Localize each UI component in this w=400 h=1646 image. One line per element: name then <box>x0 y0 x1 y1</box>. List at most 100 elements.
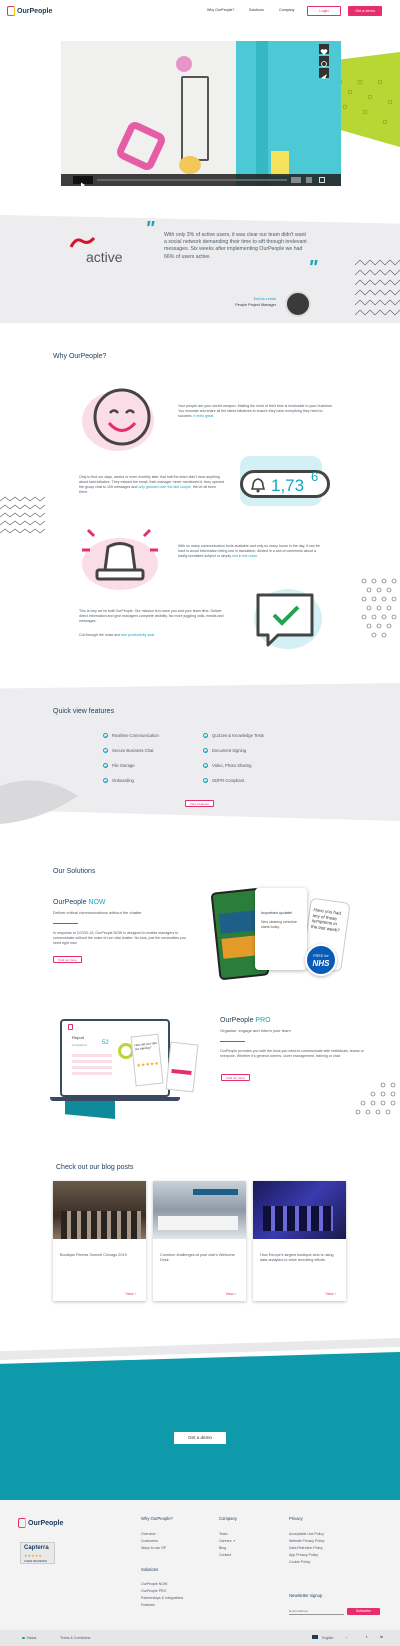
footer-logo[interactable]: OurPeople <box>18 1518 63 1528</box>
footer-link-careers[interactable]: Careers ↗ <box>219 1539 235 1543</box>
twitter-icon[interactable]: t <box>366 1635 367 1639</box>
blog-card-3[interactable]: How Europe's largest boutique club is us… <box>253 1181 346 1301</box>
flag-icon <box>312 1635 318 1639</box>
footer-logo-text: OurPeople <box>28 1519 64 1527</box>
footer-link-cookie[interactable]: Cookie Policy <box>289 1560 310 1564</box>
blog-card-3-view[interactable]: View › <box>326 1292 337 1296</box>
phone-text: New cleaning schedule starts today. <box>261 920 297 929</box>
blog-card-2[interactable]: Common challenges at your club's Welcome… <box>153 1181 246 1301</box>
why-p3-link[interactable]: lost in the noise. <box>232 554 258 558</box>
subscribe-button[interactable]: Subscribe <box>347 1608 380 1615</box>
fullscreen-icon[interactable] <box>319 177 325 183</box>
footer-col1-title: Why OurPeople? <box>141 1516 173 1521</box>
video-pink-object <box>176 56 192 72</box>
blog-card-1-image <box>53 1181 146 1239</box>
pro-find-out-more-button[interactable]: Find out more <box>221 1074 250 1081</box>
testimonial-role: People Project Manager <box>235 303 276 307</box>
like-icon[interactable] <box>319 44 329 55</box>
site-header: OurPeople Why OurPeople? Solutions Compa… <box>0 0 400 24</box>
footer-link-website-privacy[interactable]: Website Privacy Policy <box>289 1539 324 1543</box>
login-button[interactable]: Login <box>307 6 341 16</box>
footer-link-app-privacy[interactable]: App Privacy Policy <box>289 1553 318 1557</box>
nav-solutions[interactable]: Solutions <box>249 8 264 12</box>
play-button[interactable] <box>73 176 93 186</box>
external-link-icon: ↗ <box>232 1539 236 1543</box>
footer-link-overview[interactable]: Overview <box>141 1532 156 1536</box>
cta-get-demo-button[interactable]: Get a demo <box>174 1432 226 1444</box>
video-yellow-base <box>179 156 201 174</box>
blog-card-2-view[interactable]: View › <box>226 1292 237 1296</box>
footer-link-contact[interactable]: Contact <box>219 1553 231 1557</box>
capterra-badge[interactable]: Capterra ★★★★★ USER REVIEWS <box>20 1542 55 1564</box>
blog-card-1-view[interactable]: View › <box>126 1292 137 1296</box>
terms-link[interactable]: Terms & Conditions <box>60 1636 90 1640</box>
nav-why[interactable]: Why OurPeople? <box>207 8 234 12</box>
why-paragraph-2: Only to find our days, weeks or even mon… <box>79 475 224 495</box>
pro-report-value: 52 <box>102 1040 109 1046</box>
cta-band <box>0 1352 400 1500</box>
now-text: In response to COVID-19, OurPeople NOW i… <box>53 931 186 945</box>
bell-icon <box>251 478 265 493</box>
why-zigzag-decoration-left <box>0 496 45 534</box>
brand-wordmark: active <box>86 249 123 265</box>
footer-link-acceptable-use[interactable]: Acceptable Use Policy <box>289 1532 324 1536</box>
blog-card-1[interactable]: Boutique Fitness Summit Chicago 2019 Vie… <box>53 1181 146 1301</box>
chevron-down-icon[interactable]: ⌄ <box>345 1635 348 1639</box>
counter-sup: 6 <box>311 469 319 484</box>
chevron-right-icon: › <box>234 1292 236 1296</box>
why-p2-link[interactable]: only glanced over the last couple. <box>138 485 191 489</box>
footer-link-partnerships[interactable]: Partnerships & Integrations <box>141 1596 183 1600</box>
view-features-button[interactable]: View Features <box>185 800 214 807</box>
nav-company[interactable]: Company <box>279 8 294 12</box>
check-icon <box>103 763 108 768</box>
feature-item-right-1: Quizzes & Knowledge Tests <box>203 733 264 738</box>
footer-link-now[interactable]: OurPeople NOW <box>141 1582 167 1586</box>
watch-later-icon[interactable] <box>319 56 329 67</box>
capterra-title: Capterra <box>24 1545 49 1551</box>
get-demo-button[interactable]: Get a demo <box>348 6 382 16</box>
why-p1-link[interactable]: It feels great. <box>193 414 214 418</box>
why-paragraph-3: With so many communication tools availab… <box>178 544 323 559</box>
footer-col2-title: Company <box>219 1516 237 1521</box>
footer-link-pro[interactable]: OurPeople PRO <box>141 1589 166 1593</box>
hero-video[interactable] <box>61 41 341 186</box>
footer-link-ways[interactable]: Ways to use OP <box>141 1546 166 1550</box>
check-icon <box>103 778 108 783</box>
now-find-out-more-button[interactable]: Find out more <box>53 956 82 963</box>
now-divider <box>53 923 78 924</box>
share-icon[interactable] <box>319 68 329 79</box>
pro-phone-right <box>165 1041 199 1093</box>
why-hexagon-decoration-right <box>361 578 397 638</box>
video-progress-bar[interactable] <box>97 179 287 181</box>
pro-title: OurPeople PRO <box>220 1017 271 1024</box>
smiley-illustration <box>82 388 154 451</box>
pro-report-title: Report <box>72 1035 85 1040</box>
close-quote-icon: " <box>308 257 318 279</box>
footer-link-customers[interactable]: Customers <box>141 1539 158 1543</box>
testimonial-name: Emma Leeds <box>253 297 276 301</box>
footer-link-blog[interactable]: Blog <box>219 1546 226 1550</box>
why-p5-link[interactable]: see productivity soar. <box>121 633 155 637</box>
feature-item-right-2: Document Signing <box>203 748 246 753</box>
footer-link-data-retention[interactable]: Data Retention Policy <box>289 1546 323 1550</box>
header-logo[interactable]: OurPeople <box>7 6 52 16</box>
language-selector[interactable]: English <box>322 1636 333 1640</box>
footer-link-features[interactable]: Features <box>141 1603 155 1607</box>
status-link[interactable]: Status <box>22 1636 36 1640</box>
chat-check-illustration <box>254 589 322 649</box>
why-paragraph-1: Your people are your secret weapon. Maki… <box>178 404 333 419</box>
volume-icon[interactable] <box>291 177 301 183</box>
newsletter-email-input[interactable] <box>289 1608 344 1615</box>
pro-report-label: Completed <box>72 1043 87 1047</box>
footer-link-team[interactable]: Team <box>219 1532 228 1536</box>
why-paragraph-4: This is why we've built OurPeople. Our m… <box>79 609 224 623</box>
linkedin-icon[interactable]: in <box>380 1635 383 1639</box>
check-icon <box>203 748 208 753</box>
star-rating-icon: ★★★★★ <box>136 1060 160 1070</box>
testimonial-zigzag-decoration <box>355 259 400 316</box>
capterra-subtitle: USER REVIEWS <box>24 1559 48 1563</box>
pro-text: OurPeople provides you with the tools yo… <box>220 1049 364 1058</box>
features-title: Quick view features <box>53 708 115 715</box>
feature-item-right-3: Video, Photo Sharing <box>203 763 252 768</box>
settings-icon[interactable] <box>306 177 312 183</box>
